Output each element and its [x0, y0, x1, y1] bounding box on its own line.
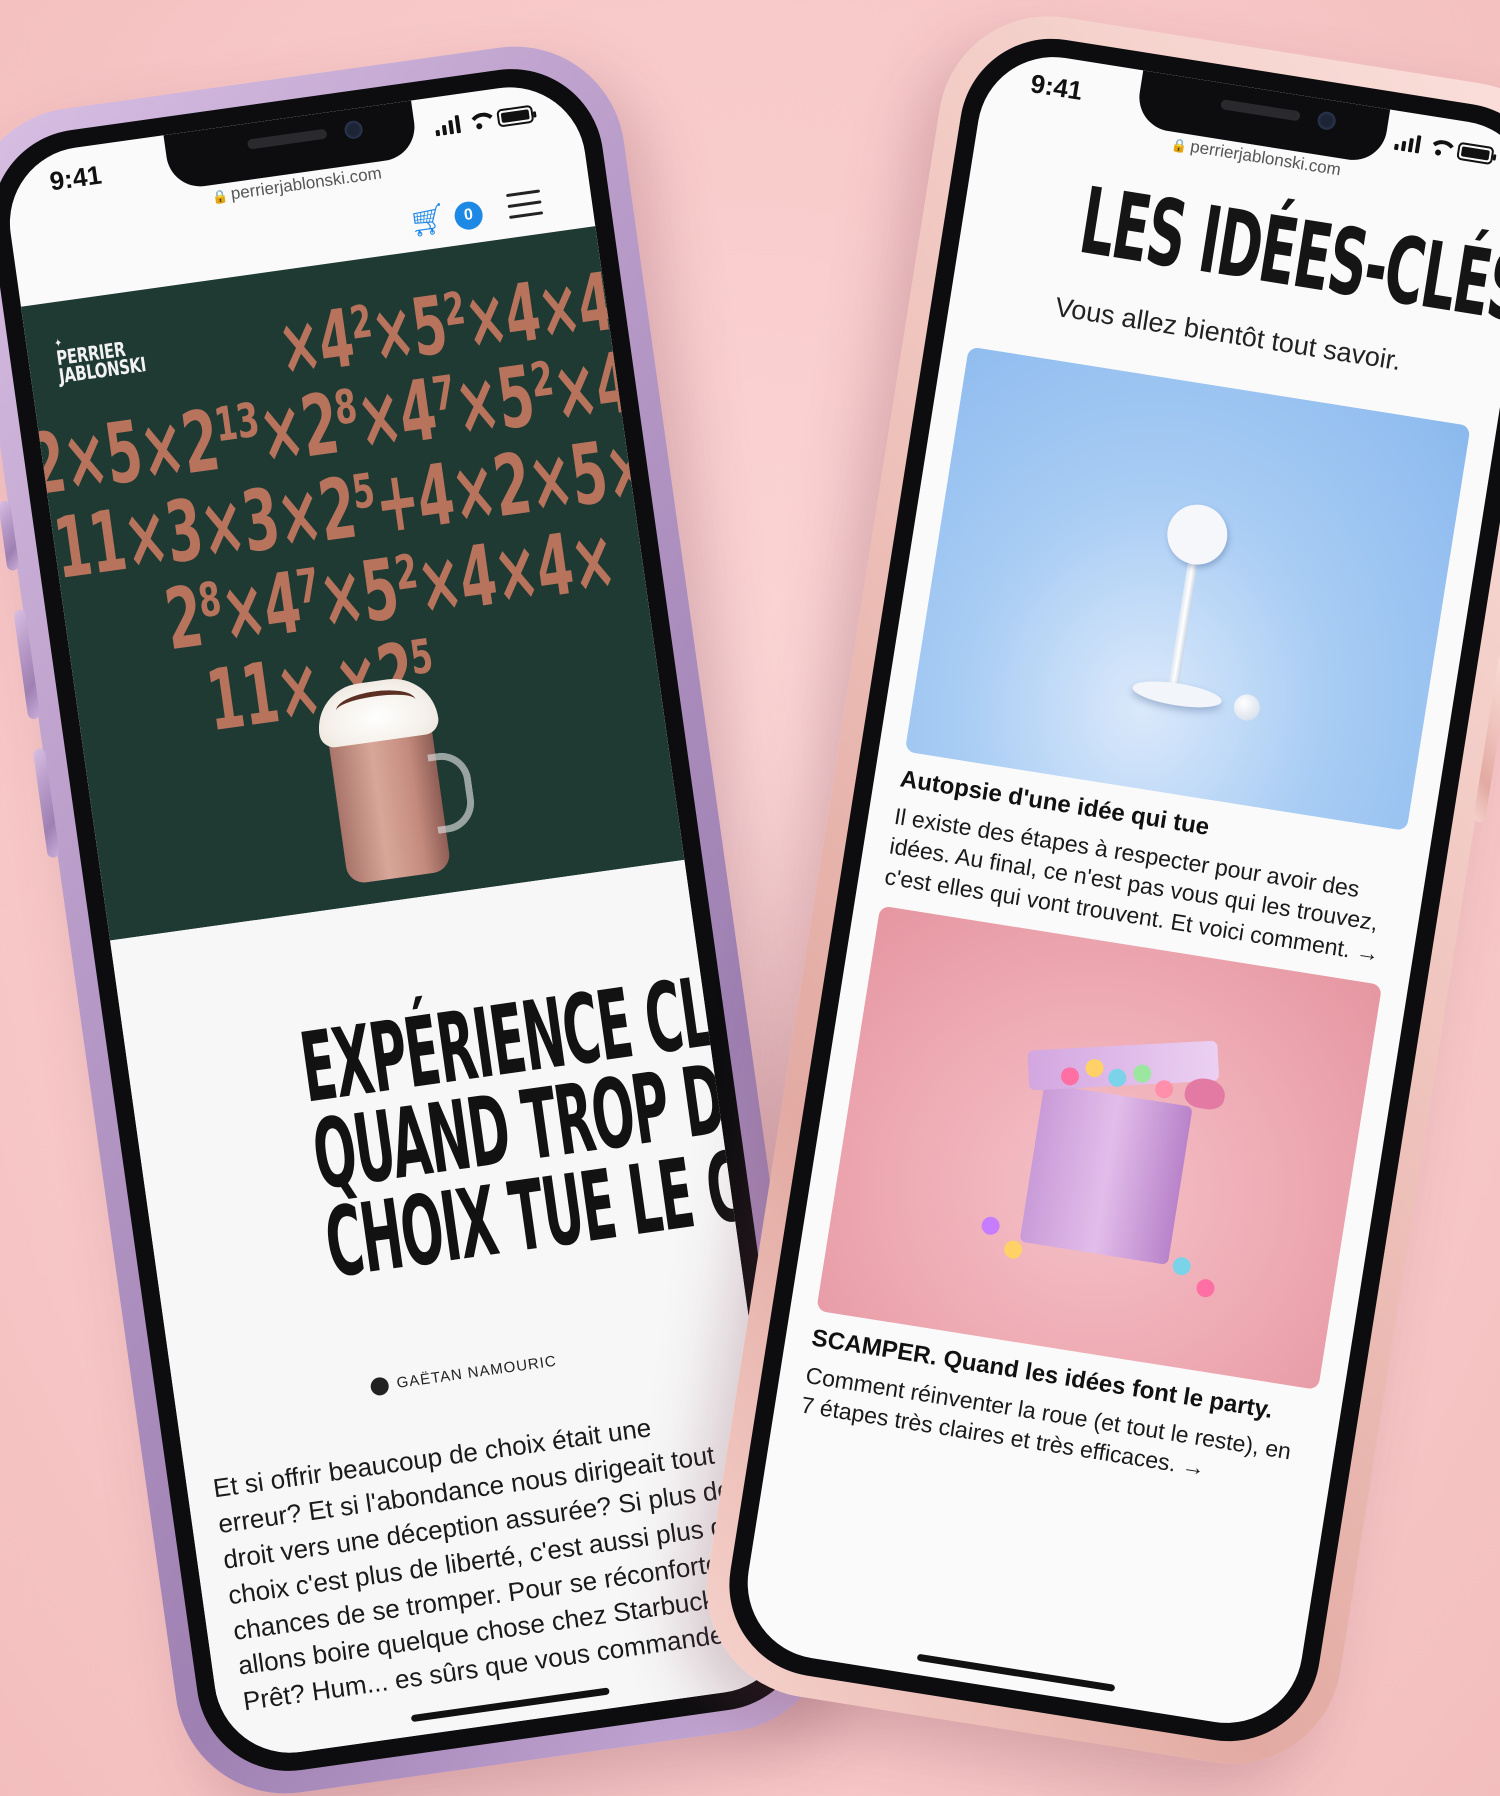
signal-icon — [1393, 132, 1422, 154]
left-phone-screen: 9:41 🔒perrierjablonski.com 🛒︎ 0 ✦ PERRIE… — [0, 77, 800, 1763]
brand-logo[interactable]: ✦ PERRIER JABLONSKI — [53, 326, 147, 389]
status-icons — [434, 104, 535, 137]
lock-icon: 🔒 — [1170, 136, 1189, 155]
card-2-image[interactable] — [816, 905, 1383, 1390]
status-time: 9:41 — [1028, 67, 1085, 106]
volume-up-button — [13, 609, 41, 720]
article-body: Et si offrir beaucoup de choix était une… — [211, 1412, 752, 1717]
left-phone-bezel: 9:41 🔒perrierjablonski.com 🛒︎ 0 ✦ PERRIE… — [0, 57, 821, 1783]
cart-count-badge: 0 — [452, 199, 485, 231]
wifi-icon — [467, 112, 491, 131]
menu-icon[interactable] — [506, 189, 544, 219]
author-avatar-icon — [369, 1376, 391, 1397]
right-phone-bezel: 9:41 🔒perrierjablonski.com LES IDÉES-CLÉ… — [716, 25, 1500, 1755]
right-phone-screen: 9:41 🔒perrierjablonski.com LES IDÉES-CLÉ… — [736, 46, 1500, 1734]
battery-icon — [496, 104, 535, 128]
status-icons — [1393, 132, 1495, 166]
volume-down-button — [32, 747, 60, 859]
power-button — [1472, 653, 1500, 824]
mockup-stage: 9:41 🔒perrierjablonski.com 🛒︎ 0 ✦ PERRIE… — [0, 0, 1500, 1796]
card-1-image[interactable] — [904, 346, 1471, 831]
author-name: GAËTAN NAMOURIC — [395, 1352, 558, 1392]
lock-icon: 🔒 — [210, 187, 230, 206]
mute-switch — [0, 500, 20, 572]
signal-icon — [434, 115, 462, 137]
cart-button[interactable]: 🛒︎ 0 — [407, 196, 485, 241]
article-title-line-3: CHOIX TUE LE CHOIX. — [318, 1108, 800, 1300]
home-indicator[interactable] — [916, 1653, 1116, 1692]
article-title: EXPÉRIENCE CLIENT, QUAND TROP DE CHOIX T… — [294, 938, 800, 1300]
hero-banner: ✦ PERRIER JABLONSKI ×4²×5²×4×4× 2×5×2¹³×… — [20, 226, 685, 941]
cart-icon: 🛒︎ — [406, 201, 450, 240]
wifi-icon — [1427, 138, 1451, 157]
battery-icon — [1456, 141, 1495, 166]
article: EXPÉRIENCE CLIENT, QUAND TROP DE CHOIX T… — [110, 859, 800, 1763]
right-phone: 9:41 🔒perrierjablonski.com LES IDÉES-CLÉ… — [690, 0, 1500, 1780]
status-time: 9:41 — [47, 158, 104, 196]
